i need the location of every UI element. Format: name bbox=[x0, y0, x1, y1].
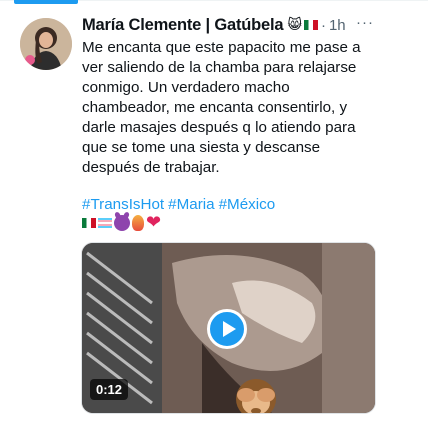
more-options-icon[interactable]: ··· bbox=[356, 14, 374, 31]
video-duration: 0:12 bbox=[90, 379, 129, 400]
tab-indicator bbox=[14, 0, 78, 4]
cat-face-icon: 😸 bbox=[287, 17, 302, 33]
separator: · bbox=[320, 16, 326, 34]
trans-flag-icon bbox=[98, 218, 112, 228]
timestamp[interactable]: 1h bbox=[329, 17, 346, 34]
devil-icon bbox=[114, 215, 130, 231]
tweet-header: María Clemente | Gatúbela 😸 · 1h bbox=[82, 14, 346, 36]
heart-icon: ❤ bbox=[146, 212, 162, 233]
play-button[interactable] bbox=[207, 309, 247, 349]
hashtag-link[interactable]: #TransIsHot bbox=[82, 196, 164, 213]
mexico-flag-icon bbox=[82, 218, 96, 228]
tweet-text-content: Me encanta que este papacito me pase a v… bbox=[82, 39, 361, 176]
hashtag-row: #TransIsHot #Maria #México bbox=[82, 196, 279, 213]
tweet-text: Me encanta que este papacito me pase a v… bbox=[82, 38, 378, 178]
video-player[interactable]: 0:12 bbox=[81, 242, 376, 414]
see-no-evil-monkey-icon bbox=[236, 379, 276, 413]
emoji-row: ❤ bbox=[82, 212, 161, 234]
hashtag-link[interactable]: #Maria bbox=[168, 196, 214, 213]
author-name[interactable]: María Clemente | Gatúbela bbox=[82, 16, 284, 35]
play-icon bbox=[222, 321, 236, 337]
avatar[interactable] bbox=[20, 18, 72, 70]
hashtag-link[interactable]: #México bbox=[219, 196, 276, 213]
fire-icon bbox=[132, 215, 144, 231]
mexico-flag-icon bbox=[303, 20, 318, 30]
